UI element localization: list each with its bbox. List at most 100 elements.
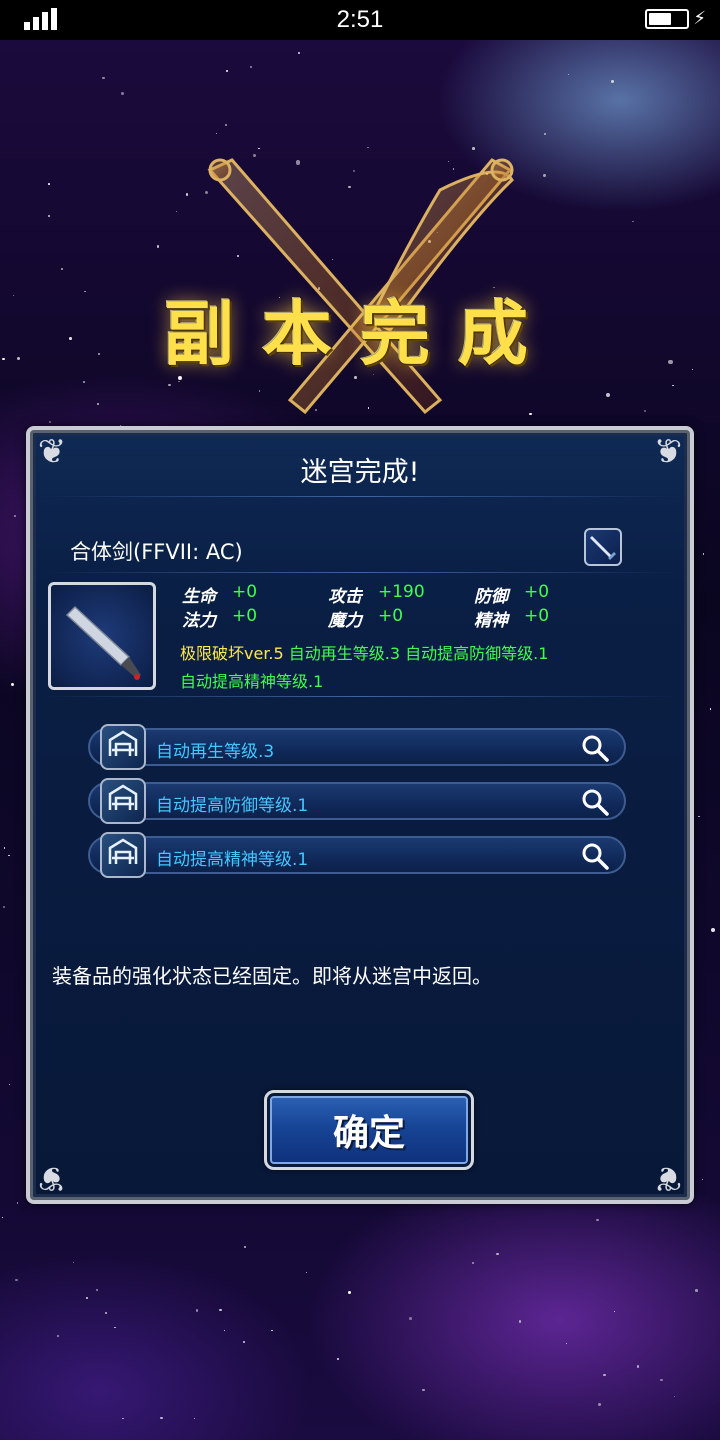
sword-icon[interactable] xyxy=(584,528,622,566)
star xyxy=(57,1334,59,1337)
star xyxy=(11,682,15,686)
star xyxy=(48,421,52,424)
star xyxy=(2,1216,4,1218)
star xyxy=(422,1388,425,1392)
star xyxy=(305,1271,307,1273)
star xyxy=(691,368,694,371)
star xyxy=(347,1291,352,1295)
star xyxy=(86,1296,89,1299)
star xyxy=(121,92,124,95)
ability-row[interactable]: 自动提高精神等级.1 xyxy=(88,832,626,878)
stats-row: 生命 +0 攻击 +190 防御 +0 xyxy=(182,582,662,607)
battery-level xyxy=(649,12,671,25)
star xyxy=(16,356,20,360)
star xyxy=(9,1083,11,1085)
star xyxy=(225,124,227,126)
star xyxy=(596,1218,599,1221)
star xyxy=(3,847,5,849)
star xyxy=(215,132,217,134)
star xyxy=(226,70,229,73)
star xyxy=(543,133,546,136)
signal-icon xyxy=(24,8,57,30)
star xyxy=(2,357,5,361)
star xyxy=(632,220,634,222)
confirm-button[interactable]: 确定 xyxy=(264,1090,474,1170)
star xyxy=(709,708,712,710)
clock: 2:51 xyxy=(336,6,384,33)
buster-sword-icon[interactable] xyxy=(48,582,156,690)
star xyxy=(698,815,700,817)
star xyxy=(568,74,570,76)
star xyxy=(297,51,300,54)
star xyxy=(598,1402,602,1406)
ability-row-label: 自动提高精神等级.1 xyxy=(156,850,309,870)
stat-defense: 防御 +0 xyxy=(474,582,550,607)
item-name: 合体剑(FFVII: AC) xyxy=(70,540,243,564)
ability-row-label: 自动再生等级.3 xyxy=(156,742,275,762)
star xyxy=(710,927,715,933)
star xyxy=(249,65,253,69)
charging-icon: ⚡ xyxy=(693,8,706,29)
star xyxy=(114,1326,117,1329)
star xyxy=(219,1308,222,1312)
stat-magic: 魔力 +0 xyxy=(328,606,404,631)
star xyxy=(160,1416,163,1420)
item-stats: 生命 +0 攻击 +190 防御 +0 法力 +0 魔力 +0 精神 +0 xyxy=(182,582,662,631)
star xyxy=(668,359,673,365)
star xyxy=(701,1178,704,1181)
star xyxy=(82,381,86,384)
battery-icon: ⚡ xyxy=(645,8,706,29)
star xyxy=(223,1329,226,1332)
star xyxy=(193,1417,195,1419)
stats-row: 法力 +0 魔力 +0 精神 +0 xyxy=(182,606,662,631)
divider xyxy=(40,572,680,573)
ability-row-label: 自动提高防御等级.1 xyxy=(156,796,309,816)
result-dialog: ❦ ❦ ❦ ❦ 迷宫完成! 合体剑(FFVII: AC) 生命 +0 攻击 +1… xyxy=(26,426,694,1204)
star xyxy=(16,1202,19,1204)
ability-summary-line: 自动提高精神等级.1 xyxy=(180,672,324,691)
search-icon[interactable] xyxy=(580,733,610,763)
star xyxy=(105,1312,108,1315)
status-message: 装备品的强化状态已经固定。即将从迷宫中返回。 xyxy=(52,964,492,988)
corner-ornament-icon: ❦ xyxy=(653,1158,683,1198)
star xyxy=(47,214,50,217)
stat-mp: 法力 +0 xyxy=(182,606,258,631)
star xyxy=(605,392,610,397)
ability-icon xyxy=(100,832,146,878)
ability-row[interactable]: 自动再生等级.3 xyxy=(88,724,626,770)
ability-row[interactable]: 自动提高防御等级.1 xyxy=(88,778,626,824)
confirm-button-label: 确定 xyxy=(332,1113,405,1154)
star xyxy=(636,1365,640,1368)
corner-ornament-icon: ❦ xyxy=(37,1158,67,1198)
stat-attack: 攻击 +190 xyxy=(328,582,425,607)
ability-summary-line: 极限破坏ver.5 自动再生等级.3 自动提高防御等级.1 xyxy=(180,640,548,664)
search-icon[interactable] xyxy=(580,787,610,817)
star xyxy=(367,146,370,149)
star xyxy=(61,268,64,271)
star xyxy=(84,290,86,292)
star xyxy=(660,1378,663,1382)
star xyxy=(611,80,614,83)
star xyxy=(15,1278,18,1282)
star xyxy=(14,515,16,517)
star xyxy=(8,854,11,857)
search-icon[interactable] xyxy=(580,841,610,871)
stat-spirit: 精神 +0 xyxy=(474,606,550,631)
star xyxy=(337,1358,340,1361)
star xyxy=(603,1373,606,1376)
star xyxy=(695,1289,698,1292)
star xyxy=(271,1329,273,1331)
stat-hp: 生命 +0 xyxy=(182,582,258,607)
star xyxy=(69,336,73,340)
star xyxy=(195,1309,199,1312)
star xyxy=(702,553,705,555)
star xyxy=(672,385,674,387)
star xyxy=(2,906,5,909)
ability-icon xyxy=(100,724,146,770)
star xyxy=(643,409,647,413)
star xyxy=(122,1417,124,1420)
star xyxy=(409,1317,412,1320)
star xyxy=(48,183,51,185)
divider xyxy=(40,496,680,497)
star xyxy=(472,1261,474,1264)
